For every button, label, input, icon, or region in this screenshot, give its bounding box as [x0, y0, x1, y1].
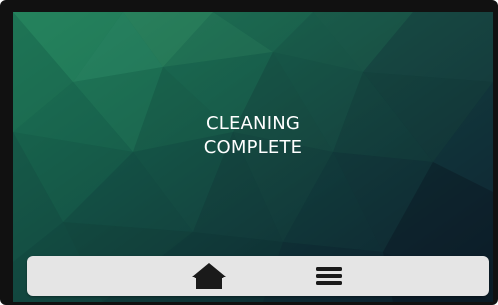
device-bezel: CLEANING COMPLETE [0, 0, 498, 305]
home-button[interactable] [187, 258, 231, 294]
home-icon [192, 263, 226, 289]
status-message-line-2: COMPLETE [203, 137, 303, 158]
status-message-line-1: CLEANING [205, 113, 301, 134]
menu-icon [316, 267, 342, 285]
bottom-nav-bar [27, 256, 489, 296]
status-message: CLEANING COMPLETE [13, 112, 493, 160]
menu-button[interactable] [307, 258, 351, 294]
display-screen: CLEANING COMPLETE [13, 12, 493, 302]
